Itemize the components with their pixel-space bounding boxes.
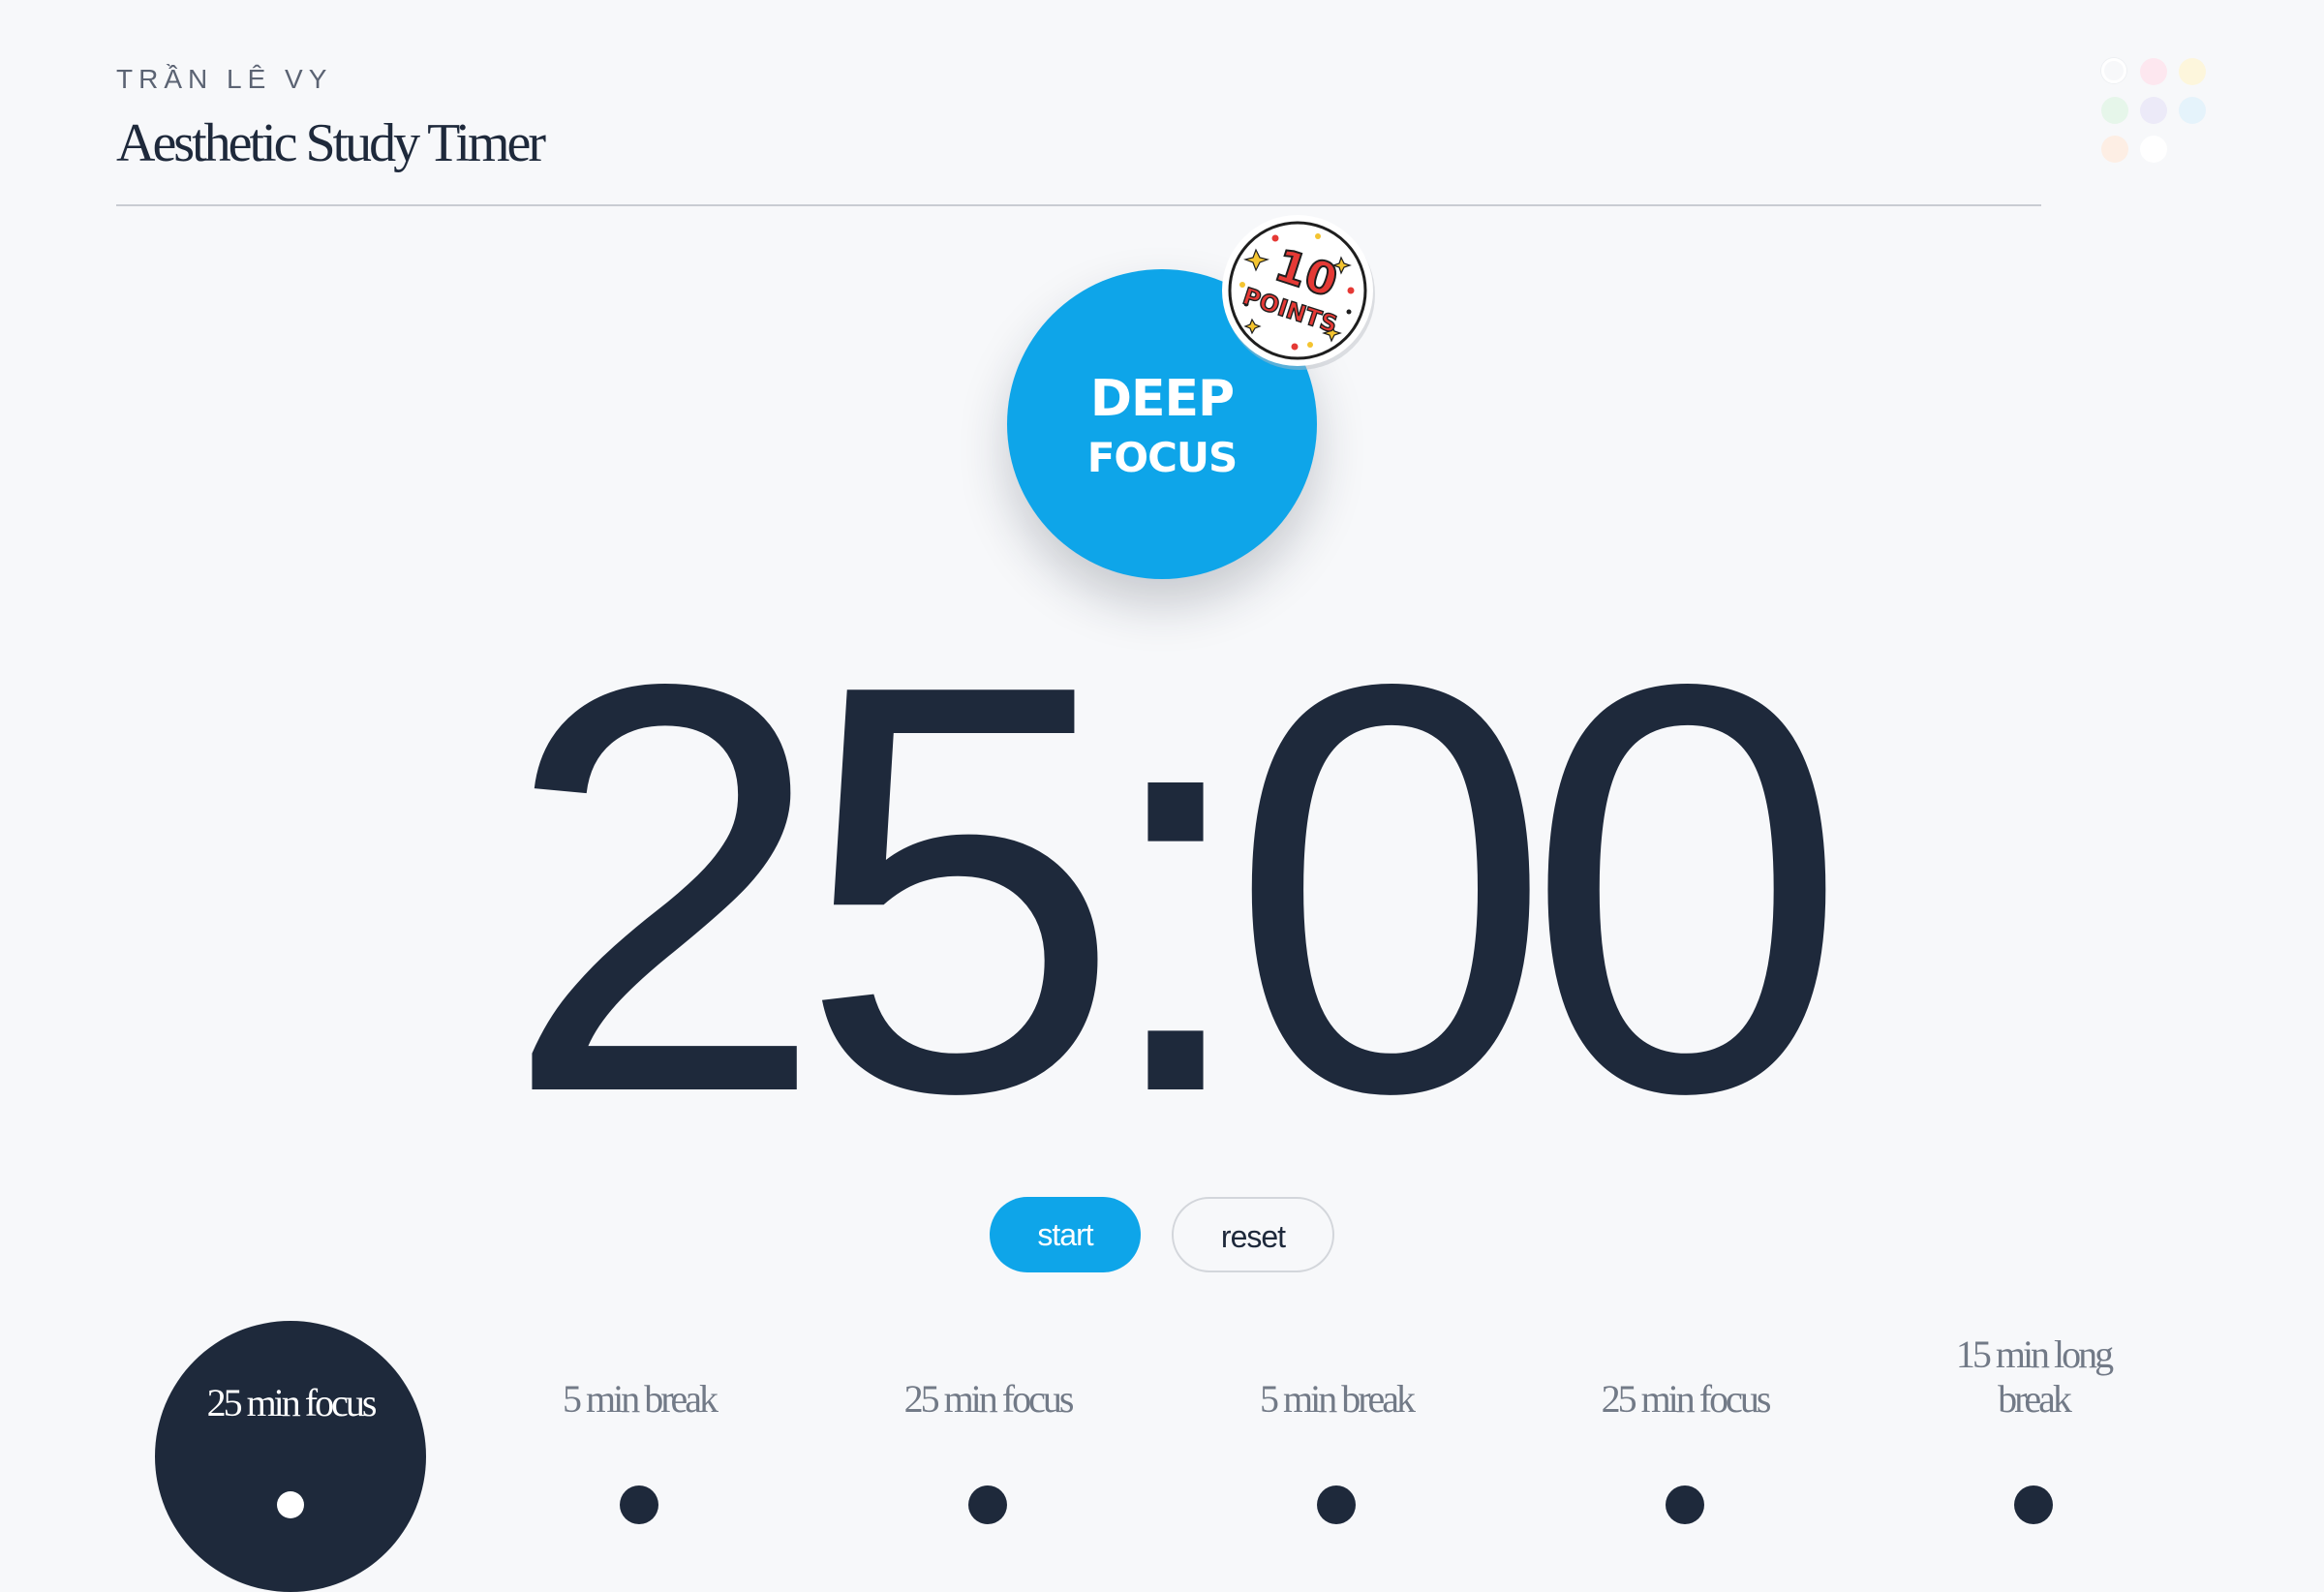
theme-palette [2099, 56, 2216, 172]
page-title: Aesthetic Study Timer [116, 113, 546, 173]
session-label: 25 min focus [206, 1381, 378, 1424]
session-label: 5 min break [1259, 1377, 1416, 1421]
session-dot [277, 1491, 304, 1518]
start-button[interactable]: start [990, 1197, 1141, 1272]
palette-swatch-yellow-icon[interactable] [2179, 58, 2206, 85]
palette-swatch-green-icon[interactable] [2101, 97, 2128, 124]
active-session-disc [155, 1321, 426, 1592]
session-dot [968, 1485, 1007, 1524]
session-step-6[interactable]: 15 min long break [1888, 1317, 2179, 1549]
session-step-3[interactable]: 25 min focus [842, 1317, 1133, 1549]
session-dot [1317, 1485, 1356, 1524]
palette-swatch-white-icon[interactable] [2140, 136, 2167, 163]
session-dot [620, 1485, 658, 1524]
reset-button[interactable]: reset [1172, 1197, 1334, 1272]
mode-badge-line2: FOCUS [1086, 434, 1238, 481]
palette-swatch-white-ring-icon[interactable] [2101, 58, 2126, 83]
ten-points-sticker-icon: 10 POINTS [1222, 215, 1375, 370]
header-divider [116, 204, 2041, 206]
session-step-1[interactable]: 25 min focus [145, 1317, 436, 1592]
author-name: TRẦN LÊ VY [116, 64, 333, 94]
session-step-5[interactable]: 25 min focus [1540, 1317, 1830, 1549]
session-label: 25 min focus [1601, 1377, 1772, 1421]
mode-badge-line1: DEEP [1089, 370, 1235, 428]
timer-display: 25:00 [503, 565, 1848, 1213]
palette-swatch-pink-icon[interactable] [2140, 58, 2167, 85]
session-label: 15 min long break [1955, 1332, 2114, 1421]
timer-controls: start reset [0, 1197, 2324, 1274]
session-dot [2014, 1485, 2053, 1524]
session-step-2[interactable]: 5 min break [494, 1317, 784, 1549]
session-dot [1666, 1485, 1704, 1524]
session-label: 25 min focus [903, 1377, 1075, 1421]
palette-swatch-sky-icon[interactable] [2179, 97, 2206, 124]
palette-swatch-peach-icon[interactable] [2101, 136, 2128, 163]
session-label: 5 min break [562, 1377, 719, 1421]
session-step-4[interactable]: 5 min break [1191, 1317, 1482, 1549]
palette-swatch-lavender-icon[interactable] [2140, 97, 2167, 124]
